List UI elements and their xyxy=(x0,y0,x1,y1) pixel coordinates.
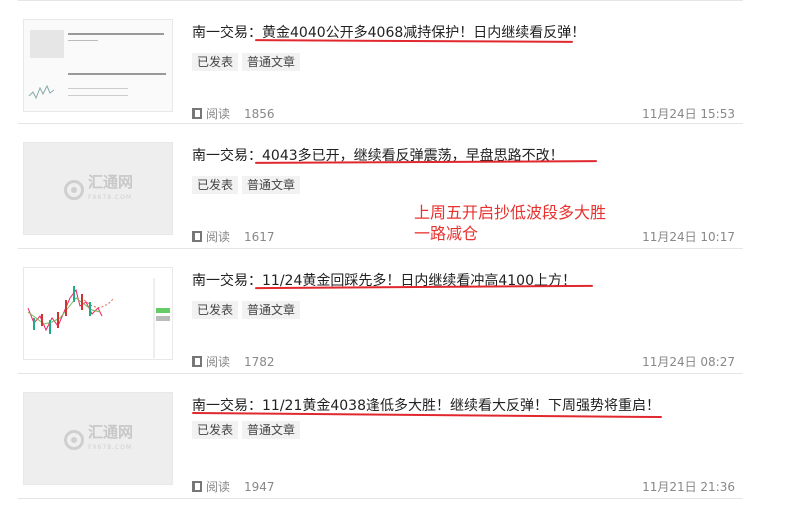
list-item[interactable]: 汇通网 FX678.COM 南一交易：11/21黄金4038逢低多大胜！继续看大反… xyxy=(18,374,743,499)
read-count: 1782 xyxy=(244,354,275,369)
list-item[interactable]: 南一交易：11/24黄金回踩先多！日内继续看冲高4100上方！ 已发表 普通文章… xyxy=(18,249,743,374)
article-list: 南一交易：黄金4040公开多4068减持保护！日内继续看反弹！ 已发表 普通文章… xyxy=(18,0,743,499)
status-badge: 已发表 xyxy=(192,53,239,71)
publish-date: 11月24日 08:27 xyxy=(642,355,735,369)
publish-date: 11月21日 21:36 xyxy=(642,480,735,494)
status-badge: 已发表 xyxy=(192,301,239,319)
read-count: 1947 xyxy=(244,479,275,494)
status-badge: 已发表 xyxy=(192,421,239,439)
read-icon xyxy=(192,481,202,492)
read-icon xyxy=(192,356,202,367)
publish-date: 11月24日 15:53 xyxy=(642,107,735,121)
list-item[interactable]: 汇通网 FX678.COM 南一交易：4043多已开，继续看反弹震荡，早盘思路不改… xyxy=(18,124,743,249)
handwritten-annotation: 上周五开启抄低波段多大胜 一路减仓 xyxy=(414,203,607,243)
article-thumbnail[interactable] xyxy=(23,19,173,112)
article-thumbnail[interactable]: 汇通网 FX678.COM xyxy=(23,142,173,235)
read-label: 阅读 xyxy=(206,230,231,244)
logo-icon xyxy=(64,180,84,200)
logo-icon xyxy=(64,430,84,450)
read-label: 阅读 xyxy=(206,480,231,494)
title-underline xyxy=(254,39,574,43)
document-snapshot xyxy=(24,20,172,111)
read-label: 阅读 xyxy=(206,355,231,369)
read-count: 1617 xyxy=(244,229,275,244)
article-thumbnail[interactable] xyxy=(23,267,173,360)
read-count: 1856 xyxy=(244,106,275,121)
article-thumbnail[interactable]: 汇通网 FX678.COM xyxy=(23,392,173,485)
type-badge: 普通文章 xyxy=(242,421,301,439)
read-icon xyxy=(192,231,202,242)
type-badge: 普通文章 xyxy=(242,301,301,319)
list-item[interactable]: 南一交易：黄金4040公开多4068减持保护！日内继续看反弹！ 已发表 普通文章… xyxy=(18,0,743,124)
read-icon xyxy=(192,108,202,119)
read-label: 阅读 xyxy=(206,107,231,121)
status-badge: 已发表 xyxy=(192,176,239,194)
watermark-logo: 汇通网 FX678.COM xyxy=(64,175,133,205)
candlestick-chart-thumbnail xyxy=(24,268,172,359)
type-badge: 普通文章 xyxy=(242,176,301,194)
watermark-logo: 汇通网 FX678.COM xyxy=(64,425,133,455)
publish-date: 11月24日 10:17 xyxy=(642,230,735,244)
type-badge: 普通文章 xyxy=(242,53,301,71)
